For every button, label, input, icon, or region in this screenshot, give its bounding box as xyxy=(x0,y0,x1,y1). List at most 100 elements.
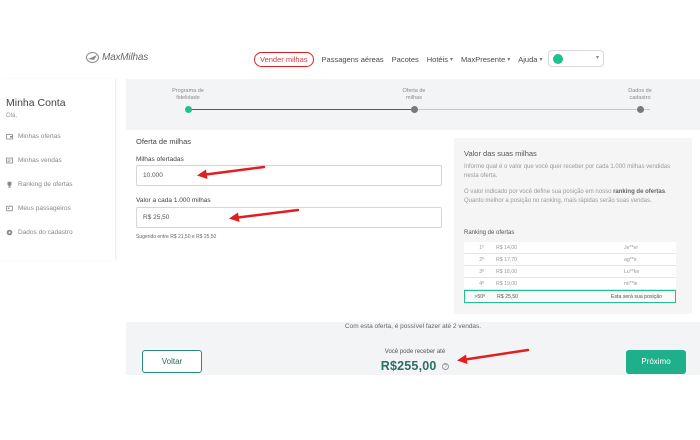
help-icon[interactable]: ? xyxy=(442,363,450,371)
chevron-down-icon: ▾ xyxy=(539,57,543,63)
rank-position: 4º xyxy=(479,281,484,287)
sales-note: Com esta oferta, é possível fazer até 2 … xyxy=(344,323,482,330)
info-text-1: Informe qual é o valor que você quer rec… xyxy=(464,164,671,179)
nav-passagens-aereas[interactable]: Passagens aéreas xyxy=(322,55,384,64)
step-dot-current xyxy=(411,106,418,113)
rank-value: R$ 14,00 xyxy=(496,245,518,251)
ranking-row: 1º R$ 14,00 Je**er xyxy=(464,242,676,254)
chevron-down-icon: ▾ xyxy=(595,55,599,61)
main-nav: Vender milhas Passagens aéreas Pacotes H… xyxy=(254,52,550,67)
annotation-arrow-icon xyxy=(229,208,300,222)
top-header: MaxMilhas Vender milhas Passagens aéreas… xyxy=(0,40,700,76)
nav-label: Passagens aéreas xyxy=(321,55,384,64)
sidebar-item-minhas-vendas[interactable]: Minhas vendas xyxy=(6,157,62,164)
step-label-line: cadastro xyxy=(629,94,651,101)
step-label-line: fidelidade xyxy=(176,94,200,101)
passengers-icon xyxy=(6,205,13,212)
rank-position: >50º xyxy=(474,294,485,300)
step-label-line: Oferta de xyxy=(402,88,426,94)
sidebar-item-label: Minhas ofertas xyxy=(18,133,61,140)
sidebar-item-label: Minhas vendas xyxy=(18,157,62,164)
nav-label: Hotéis xyxy=(426,55,449,64)
ranking-row: 4º R$ 19,00 mi**le xyxy=(464,278,676,290)
sidebar-greeting: Olá, xyxy=(6,113,18,119)
rank-value: R$ 25,50 xyxy=(497,294,519,300)
ranking-row: 3º R$ 18,00 Lu**ke xyxy=(464,266,676,278)
info-title: Valor das suas milhas xyxy=(464,149,537,158)
main-content: Programa de fidelidade Oferta de milhas … xyxy=(126,79,700,335)
rank-value: R$ 18,00 xyxy=(496,269,518,275)
avatar xyxy=(553,54,563,64)
price-label: Valor a cada 1.000 milhas xyxy=(136,197,211,204)
rank-position: 3º xyxy=(479,269,484,275)
form-title: Oferta de milhas xyxy=(136,137,192,146)
logo-text: MaxMilhas xyxy=(102,52,148,63)
step-dot-pending xyxy=(637,106,644,113)
miles-label: Milhas ofertadas xyxy=(136,156,184,163)
annotation-arrow-icon xyxy=(457,348,530,364)
sidebar-title: Minha Conta xyxy=(6,97,66,109)
sidebar-item-label: Dados do cadastro xyxy=(18,229,73,236)
chevron-down-icon: ▾ xyxy=(507,57,511,63)
rank-user: Esta será sua posição xyxy=(611,294,663,300)
miles-input[interactable]: 10.000 xyxy=(136,165,442,186)
sidebar-item-label: Ranking de ofertas xyxy=(18,181,73,188)
trophy-icon xyxy=(7,181,12,188)
settings-icon xyxy=(6,229,13,236)
sidebar-item-label: Meus passageiros xyxy=(18,205,71,212)
step-label-line: milhas xyxy=(406,94,422,101)
nav-maxpresente[interactable]: MaxPresente ▾ xyxy=(461,55,510,64)
ranking-row: 2º R$ 17,70 ag**ir xyxy=(464,254,676,266)
nav-vender-milhas[interactable]: Vender milhas xyxy=(254,52,314,67)
step-dot-done xyxy=(185,106,192,113)
nav-label: MaxPresente xyxy=(461,55,506,64)
info-text-2a: O valor indicado por você define sua pos… xyxy=(464,189,614,195)
rank-position: 2º xyxy=(479,257,484,263)
info-card: Valor das suas milhas Informe qual é o v… xyxy=(454,138,692,314)
ranking-title: Ranking de ofertas xyxy=(464,230,515,236)
sidebar-item-ranking-de-ofertas[interactable]: Ranking de ofertas xyxy=(6,181,73,188)
nav-ajuda[interactable]: Ajuda ▾ xyxy=(518,55,542,64)
step-label-line: Programa de xyxy=(172,88,204,94)
wallet-icon xyxy=(6,134,13,140)
annotation-arrow-icon xyxy=(197,165,266,179)
sidebar-item-dados-do-cadastro[interactable]: Dados do cadastro xyxy=(6,229,73,236)
footer-bar: Voltar Você pode receber até R$255,00 ? … xyxy=(126,335,700,375)
step-label-cadastro: Dados de cadastro xyxy=(610,88,670,102)
logo-plane-icon xyxy=(86,52,99,63)
step-label-programa: Programa de fidelidade xyxy=(158,88,218,102)
progress-track-done xyxy=(188,109,416,110)
sales-icon xyxy=(6,157,13,164)
rank-user: ag**ir xyxy=(624,257,637,263)
chevron-down-icon: ▾ xyxy=(450,57,454,63)
nav-label: Vender milhas xyxy=(260,55,308,64)
rank-value: R$ 19,00 xyxy=(496,281,518,287)
nav-hoteis[interactable]: Hotéis ▾ xyxy=(427,55,453,64)
nav-pacotes[interactable]: Pacotes xyxy=(392,55,419,64)
nav-label: Pacotes xyxy=(391,55,419,64)
back-button[interactable]: Voltar xyxy=(142,350,202,373)
price-hint: Sugerido entre R$ 21,50 e R$ 25,50 xyxy=(136,234,217,240)
user-menu[interactable]: ▾ xyxy=(548,50,604,67)
amount-value: R$255,00 xyxy=(380,359,437,373)
progress-steps: Programa de fidelidade Oferta de milhas … xyxy=(126,79,700,123)
rank-value: R$ 17,70 xyxy=(496,257,518,263)
rank-user: Je**er xyxy=(624,245,639,251)
rank-user: mi**le xyxy=(624,281,638,287)
logo[interactable]: MaxMilhas xyxy=(86,52,148,63)
ranking-table: 1º R$ 14,00 Je**er 2º R$ 17,70 ag**ir 3º… xyxy=(464,242,676,303)
info-ranking-bold: ranking de ofertas xyxy=(613,189,666,195)
sidebar-item-minhas-ofertas[interactable]: Minhas ofertas xyxy=(6,133,61,140)
nav-label: Ajuda xyxy=(518,55,538,64)
rank-user: Lu**ke xyxy=(624,269,640,275)
rank-position: 1º xyxy=(479,245,484,251)
step-label-line: Dados de xyxy=(628,88,652,94)
app: MaxMilhas Vender milhas Passagens aéreas… xyxy=(0,0,700,440)
next-button[interactable]: Próximo xyxy=(626,350,686,374)
info-text-2: O valor indicado por você define sua pos… xyxy=(464,188,684,205)
sidebar: Minha Conta Olá, Minhas ofertas Minhas v… xyxy=(0,79,116,260)
offer-form-card: Oferta de milhas Milhas ofertadas 10.000… xyxy=(126,130,700,322)
ranking-row-own: >50º R$ 25,50 Esta será sua posição xyxy=(464,290,676,303)
sidebar-item-meus-passageiros[interactable]: Meus passageiros xyxy=(6,205,71,212)
step-label-oferta: Oferta de milhas xyxy=(384,88,444,102)
